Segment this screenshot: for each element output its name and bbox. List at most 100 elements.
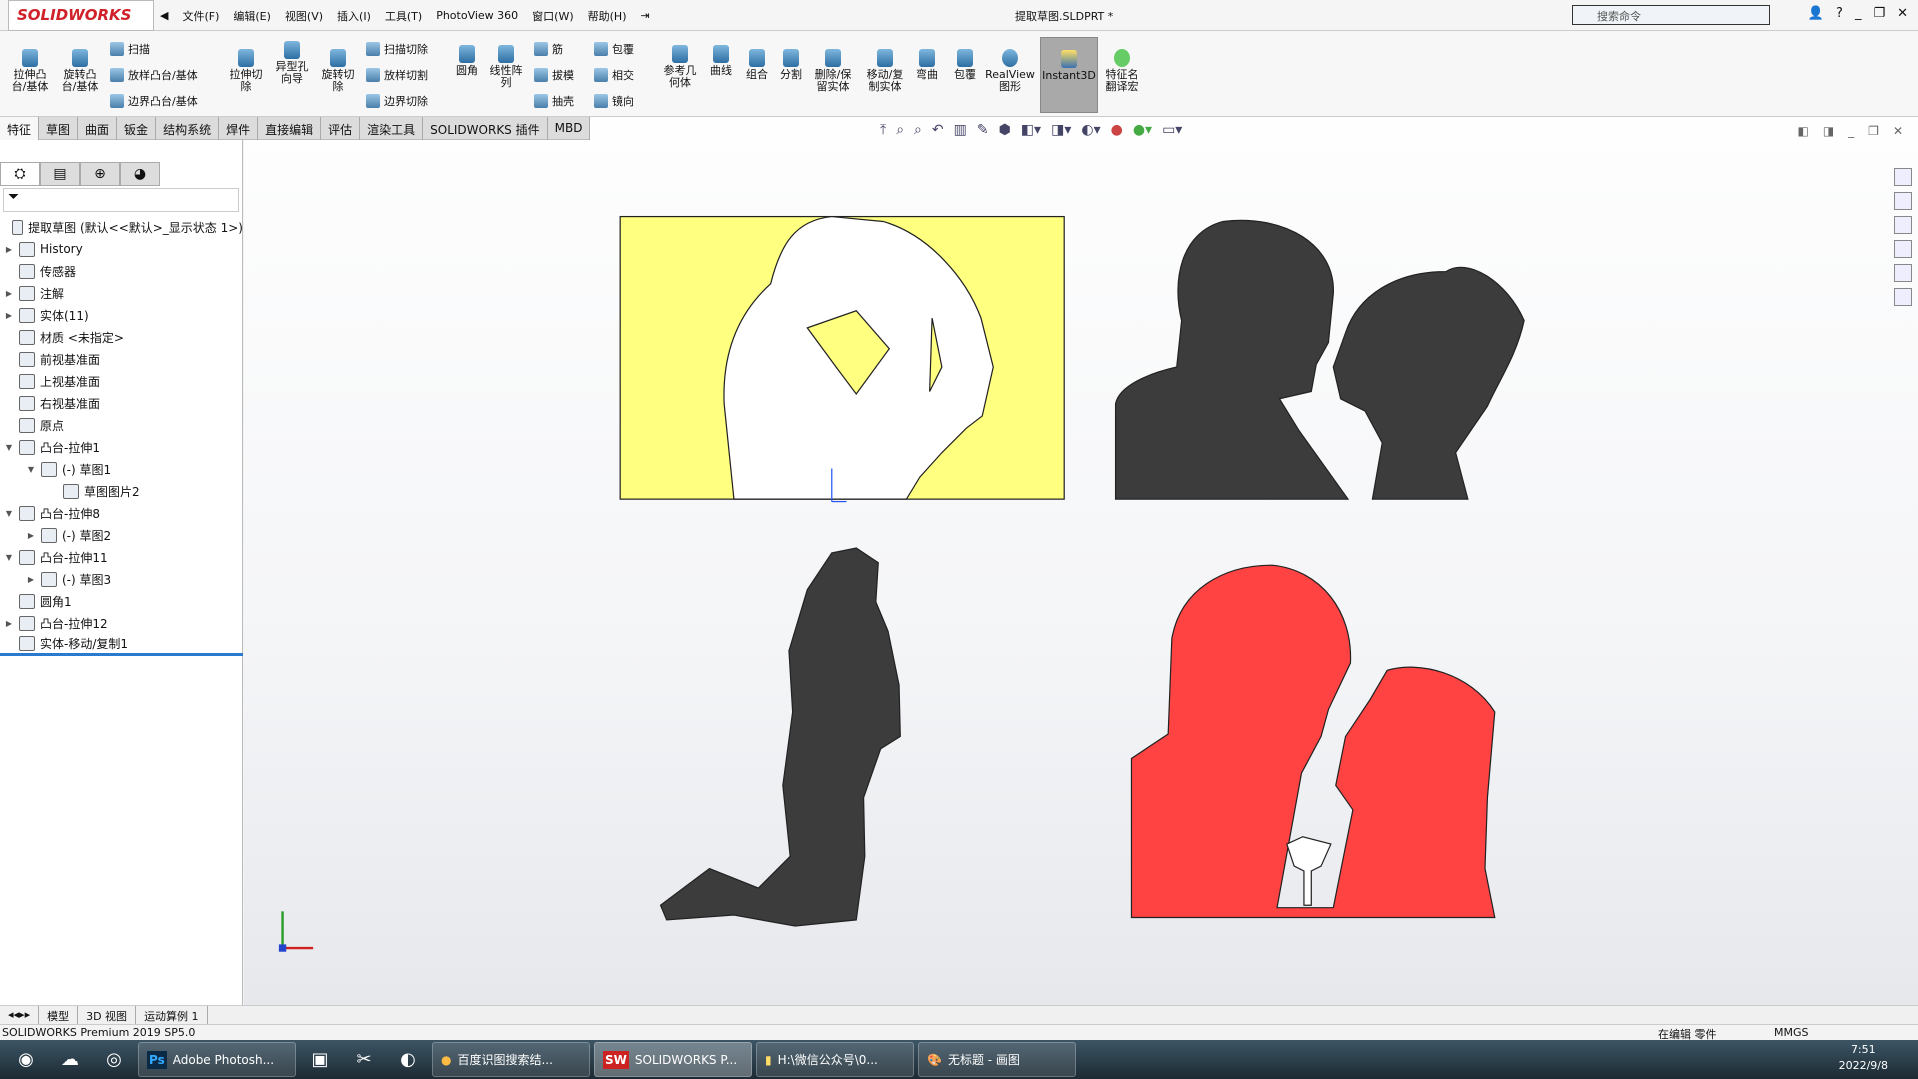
fillet-button[interactable]: 圆角 bbox=[450, 45, 484, 77]
tree-item[interactable]: ▼ (-) 草图1 bbox=[0, 458, 243, 480]
dynamic-annotation-icon[interactable]: ✎ bbox=[977, 122, 989, 138]
menu-file[interactable]: 文件(F) bbox=[182, 8, 219, 24]
design-library-icon[interactable] bbox=[1894, 192, 1912, 210]
draft-button[interactable]: 拔模 bbox=[534, 67, 574, 83]
expand-arrow-icon[interactable]: ▶ bbox=[4, 619, 14, 628]
tab-addins[interactable]: SOLIDWORKS 插件 bbox=[423, 117, 548, 140]
expand-arrow-icon[interactable]: ▶ bbox=[26, 531, 36, 540]
displaymanager-tab-icon[interactable]: ◕ bbox=[120, 162, 160, 186]
tab-sheet-metal[interactable]: 钣金 bbox=[117, 117, 157, 140]
rib-button[interactable]: 筋 bbox=[534, 41, 563, 57]
view-orientation-icon[interactable]: ⤒ bbox=[880, 122, 886, 138]
menu-tools[interactable]: 工具(T) bbox=[385, 8, 422, 24]
vp-restore[interactable]: ❐ bbox=[1868, 124, 1879, 138]
split-button[interactable]: 分割 bbox=[774, 49, 808, 81]
tree-item[interactable]: 草图图片2 bbox=[0, 480, 243, 502]
swept-cut-button[interactable]: 扫描切除 bbox=[366, 41, 428, 57]
menu-window[interactable]: 窗口(W) bbox=[532, 8, 573, 24]
restore-button[interactable]: ❐ bbox=[1873, 6, 1885, 21]
tree-item[interactable]: ▶ History bbox=[0, 238, 243, 260]
expand-arrow-icon[interactable]: ▶ bbox=[4, 289, 14, 298]
appearances-icon[interactable] bbox=[1894, 264, 1912, 282]
snipping-tool-icon[interactable]: ✂ bbox=[344, 1042, 384, 1077]
tab-direct-edit[interactable]: 直接编辑 bbox=[258, 117, 322, 140]
custom-properties-icon[interactable] bbox=[1894, 288, 1912, 306]
boundary-cut-button[interactable]: 边界切除 bbox=[366, 93, 428, 109]
taskbar-photoshop[interactable]: Ps Adobe Photosh... bbox=[138, 1042, 296, 1077]
expand-arrow-icon[interactable]: ▼ bbox=[26, 465, 36, 474]
tab-structure[interactable]: 结构系统 bbox=[156, 117, 220, 140]
solidworks-logo[interactable]: SOLIDWORKS bbox=[8, 0, 154, 31]
zoom-fit-icon[interactable]: ⌕ bbox=[896, 122, 904, 138]
browser-icon[interactable]: ◎ bbox=[94, 1042, 134, 1077]
tab-features[interactable]: 特征 bbox=[0, 117, 40, 140]
close-button[interactable]: ✕ bbox=[1897, 6, 1908, 21]
zoom-area-icon[interactable]: ⌕ bbox=[914, 122, 922, 138]
resources-home-icon[interactable] bbox=[1894, 168, 1912, 186]
view-settings-icon[interactable]: ●▾ bbox=[1133, 122, 1152, 138]
previous-view-icon[interactable]: ↶ bbox=[932, 122, 944, 138]
next-tile-icon[interactable]: ◨ bbox=[1823, 124, 1834, 138]
tab-weldments[interactable]: 焊件 bbox=[219, 117, 259, 140]
app-icon-2[interactable]: ◐ bbox=[388, 1042, 428, 1077]
tree-item[interactable]: 传感器 bbox=[0, 260, 243, 282]
tree-item[interactable]: ▼ 凸台-拉伸8 bbox=[0, 502, 243, 524]
revolve-boss-button[interactable]: 旋转凸 台/基体 bbox=[58, 49, 102, 93]
tree-item[interactable]: ▶ 实体(11) bbox=[0, 304, 243, 326]
tree-item[interactable]: 原点 bbox=[0, 414, 243, 436]
tab-render-tools[interactable]: 渲染工具 bbox=[360, 117, 424, 140]
intersect-button[interactable]: 相交 bbox=[594, 67, 634, 83]
tab-model[interactable]: 模型 bbox=[39, 1006, 79, 1024]
app-icon-1[interactable]: ▣ bbox=[300, 1042, 340, 1077]
expand-arrow-icon[interactable]: ▼ bbox=[4, 553, 14, 562]
baidu-netdisk-icon[interactable]: ☁ bbox=[50, 1042, 90, 1077]
loft-boss-button[interactable]: 放样凸台/基体 bbox=[110, 67, 198, 83]
system-clock[interactable]: 7:51 2022/9/8 bbox=[1839, 1042, 1888, 1074]
edit-appearance-icon[interactable]: ◐▾ bbox=[1081, 122, 1100, 138]
tab-sketch[interactable]: 草图 bbox=[39, 117, 79, 140]
move-copy-body-button[interactable]: 移动/复 制实体 bbox=[860, 49, 910, 93]
section-view-icon[interactable]: ▥ bbox=[954, 122, 967, 138]
delete-keep-body-button[interactable]: 删除/保 留实体 bbox=[808, 49, 858, 93]
sweep-button[interactable]: 扫描 bbox=[110, 41, 150, 57]
feature-translate-macro-button[interactable]: 特征名 翻译宏 bbox=[1100, 49, 1144, 93]
menu-help[interactable]: 帮助(H) bbox=[588, 8, 627, 24]
tree-item[interactable]: 上视基准面 bbox=[0, 370, 243, 392]
expand-arrow-icon[interactable]: ▼ bbox=[4, 509, 14, 518]
help-icon[interactable]: ? bbox=[1836, 6, 1843, 21]
graphics-area[interactable] bbox=[244, 117, 1918, 1005]
monitor-icon[interactable]: ▭▾ bbox=[1162, 122, 1182, 138]
reference-geometry-button[interactable]: 参考几 何体 bbox=[658, 45, 702, 89]
shell-button[interactable]: 抽壳 bbox=[534, 93, 574, 109]
tree-item[interactable]: 实体-移动/复制1 bbox=[0, 634, 243, 656]
vp-minimize[interactable]: _ bbox=[1848, 124, 1854, 138]
tab-nav-arrows[interactable]: ◂◂▸▸ bbox=[0, 1006, 40, 1024]
tree-item[interactable]: 右视基准面 bbox=[0, 392, 243, 414]
tree-filter-input[interactable]: ⏷ bbox=[3, 188, 239, 212]
expand-arrow-icon[interactable]: ▶ bbox=[4, 311, 14, 320]
tree-item[interactable]: ▼ 凸台-拉伸11 bbox=[0, 546, 243, 568]
expand-arrow-icon[interactable]: ▶ bbox=[26, 575, 36, 584]
realview-button[interactable]: RealView 图形 bbox=[984, 49, 1036, 93]
tree-item[interactable]: ▶ (-) 草图3 bbox=[0, 568, 243, 590]
menu-photoview[interactable]: PhotoView 360 bbox=[436, 9, 518, 22]
lofted-cut-button[interactable]: 放样切割 bbox=[366, 67, 428, 83]
instant3d-toggle[interactable]: Instant3D bbox=[1040, 37, 1098, 113]
propertymanager-tab-icon[interactable]: ▤ bbox=[40, 162, 80, 186]
expand-arrow-icon[interactable]: ▶ bbox=[4, 245, 14, 254]
taskbar-folder[interactable]: ▮ H:\微信公众号\0... bbox=[756, 1042, 914, 1077]
curves-button[interactable]: 曲线 bbox=[704, 45, 738, 77]
tab-evaluate[interactable]: 评估 bbox=[321, 117, 361, 140]
view-cube-icon[interactable]: ⬢ bbox=[999, 122, 1011, 138]
menu-collapse-icon[interactable]: ◀ bbox=[160, 9, 168, 22]
wrap-button[interactable]: 包覆 bbox=[948, 49, 982, 81]
tree-item[interactable]: ▶ 注解 bbox=[0, 282, 243, 304]
hole-wizard-button[interactable]: 异型孔 向导 bbox=[268, 41, 316, 85]
mirror-button[interactable]: 镜向 bbox=[594, 93, 634, 109]
unit-system-selector[interactable]: MMGS bbox=[1774, 1026, 1809, 1039]
tree-item[interactable]: ▼ 凸台-拉伸1 bbox=[0, 436, 243, 458]
tree-item[interactable]: ▶ 凸台-拉伸12 bbox=[0, 612, 243, 634]
tab-motion-study[interactable]: 运动算例 1 bbox=[136, 1006, 208, 1024]
tab-surfaces[interactable]: 曲面 bbox=[78, 117, 118, 140]
tree-item[interactable]: ▶ (-) 草图2 bbox=[0, 524, 243, 546]
